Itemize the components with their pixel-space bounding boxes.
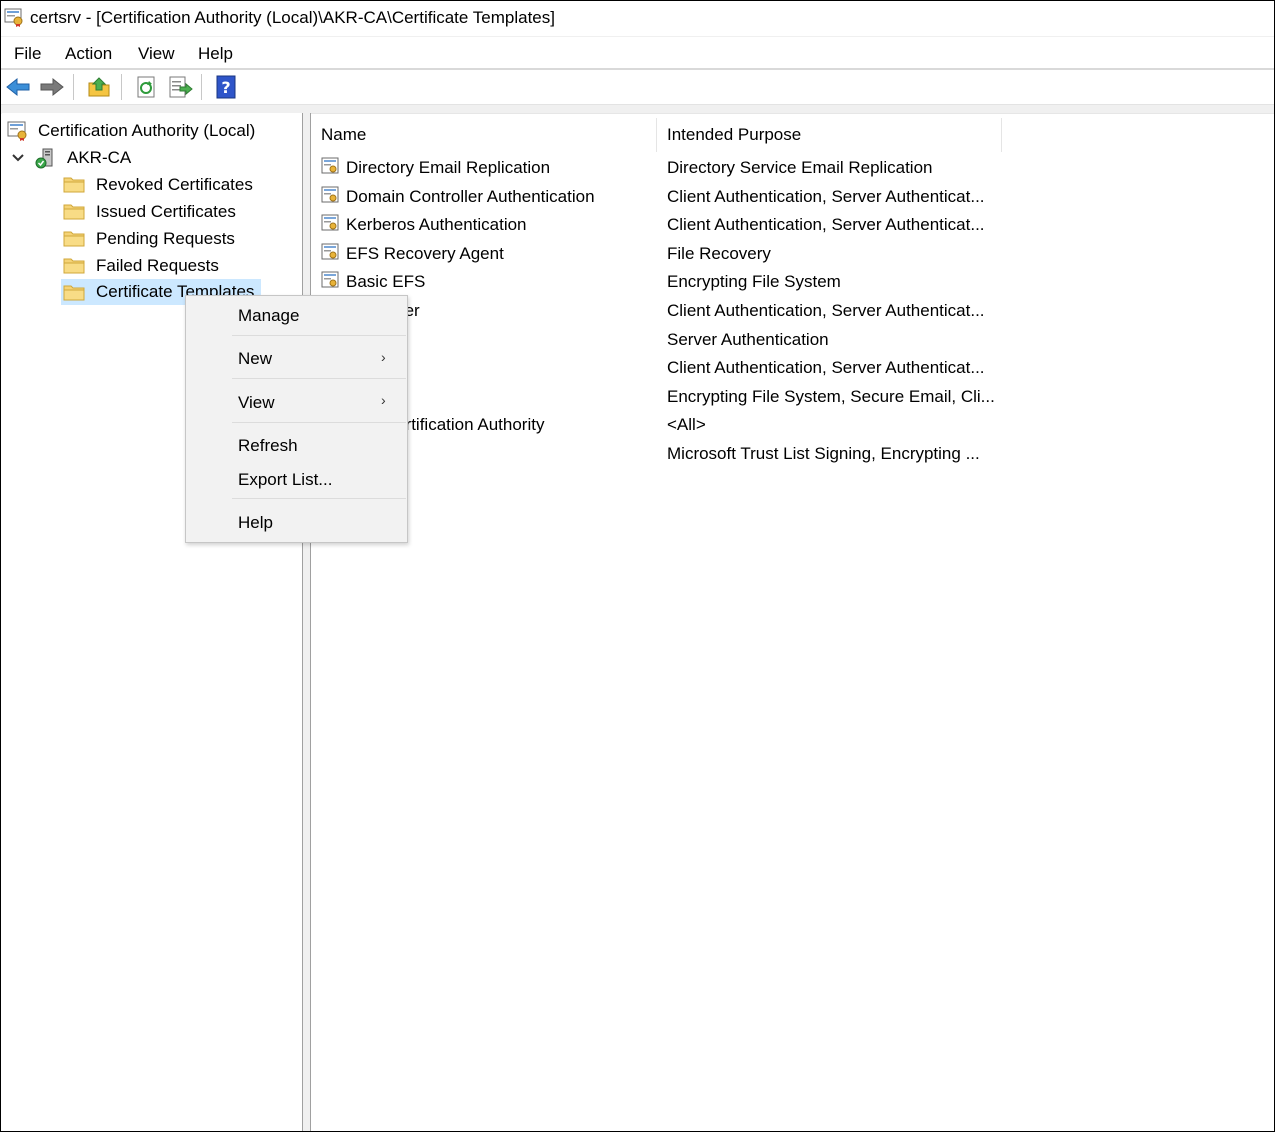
toolbar-separator (73, 74, 74, 100)
cell-intended-purpose: Client Authentication, Server Authentica… (667, 301, 985, 320)
menu-action[interactable]: Action (65, 44, 112, 64)
certificate-template-icon (321, 271, 339, 288)
cell-template-name: Domain Controller Authentication (346, 187, 595, 206)
list-row[interactable]: tratorMicrosoft Trust List Signing, Encr… (311, 440, 1011, 468)
certification-authority-icon (7, 121, 27, 141)
column-header-name[interactable]: Name (321, 114, 656, 154)
tree-item-issued[interactable]: Issued Certificates (61, 199, 281, 224)
column-header-intended-purpose[interactable]: Intended Purpose (667, 114, 997, 154)
list-row[interactable]: verServer Authentication (311, 326, 1011, 354)
folder-icon (63, 177, 85, 193)
column-divider[interactable] (656, 118, 657, 152)
tree-label-pending: Pending Requests (96, 229, 235, 248)
toolbar: ? (1, 70, 1274, 104)
menu-view[interactable]: View (138, 44, 175, 64)
cell-template-name: EFS Recovery Agent (346, 244, 504, 263)
certificate-template-icon (321, 157, 339, 174)
cell-intended-purpose: Directory Service Email Replication (667, 158, 933, 177)
list-row[interactable]: Domain Controller Authentication Client A… (311, 183, 1011, 211)
back-icon[interactable] (5, 75, 31, 99)
column-divider[interactable] (1001, 118, 1002, 152)
list-row[interactable]: ControllerClient Authentication, Server … (311, 297, 1011, 325)
tree-label-akr-ca: AKR-CA (67, 148, 132, 167)
menu-help[interactable]: Help (198, 44, 233, 64)
cell-intended-purpose: Server Authentication (667, 330, 829, 349)
context-menu: Manage New › View › Refresh Export List.… (185, 295, 408, 543)
cell-intended-purpose: Microsoft Trust List Signing, Encrypting… (667, 444, 980, 463)
certificate-template-icon (321, 243, 339, 260)
cell-intended-purpose: Client Authentication, Server Authentica… (667, 187, 985, 206)
context-menu-manage[interactable]: Manage (238, 306, 299, 326)
export-list-icon[interactable] (167, 75, 193, 99)
chevron-down-icon[interactable] (11, 152, 25, 164)
chevron-right-icon: › (381, 392, 386, 408)
list-row[interactable]: Kerberos Authentication Client Authentica… (311, 211, 1011, 239)
context-menu-view[interactable]: View (238, 393, 275, 413)
cell-intended-purpose: Client Authentication, Server Authentica… (667, 215, 985, 234)
tree-label-root: Certification Authority (Local) (38, 121, 256, 140)
tree-item-akr-ca[interactable]: AKR-CA (7, 145, 207, 170)
refresh-icon[interactable] (134, 75, 160, 99)
menu-separator (232, 335, 406, 336)
cell-template-name: Directory Email Replication (346, 158, 551, 177)
list-row[interactable]: Basic EFS Encrypting File System (311, 268, 1011, 296)
list-row[interactable]: nate Certification Authority <All> (311, 411, 1011, 439)
certificate-template-icon (321, 214, 339, 231)
cell-template-name: Basic EFS (346, 272, 426, 291)
tree-item-pending[interactable]: Pending Requests (61, 226, 281, 251)
cell-intended-purpose: <All> (667, 415, 706, 434)
toolbar-separator (201, 74, 202, 100)
menu-file[interactable]: File (14, 44, 41, 64)
context-menu-export-list[interactable]: Export List... (238, 470, 332, 490)
context-menu-refresh[interactable]: Refresh (238, 436, 298, 456)
forward-icon[interactable] (39, 75, 65, 99)
tree-item-failed[interactable]: Failed Requests (61, 253, 281, 278)
context-menu-help[interactable]: Help (238, 513, 273, 533)
folder-icon (63, 285, 85, 301)
console-tree: Certification Authority (Local) AKR-CA R… (2, 113, 302, 1131)
context-menu-new[interactable]: New (238, 349, 272, 369)
cell-intended-purpose: Client Authentication, Server Authentica… (667, 358, 985, 377)
list-row[interactable]: erClient Authentication, Server Authenti… (311, 354, 1011, 382)
chevron-right-icon: › (381, 349, 386, 365)
pane-splitter[interactable] (302, 113, 311, 1131)
result-list: Name Intended Purpose Directory Email Re… (311, 113, 1274, 1131)
tree-item-revoked[interactable]: Revoked Certificates (61, 172, 281, 197)
list-row[interactable]: Directory Email Replication Directory Ser… (311, 154, 1011, 182)
folder-icon (63, 231, 85, 247)
tree-label-failed: Failed Requests (96, 256, 219, 275)
tree-item-root[interactable]: Certification Authority (Local) (7, 118, 287, 143)
svg-text:?: ? (221, 78, 230, 97)
title-bar: certsrv - [Certification Authority (Loca… (1, 1, 1274, 35)
list-row[interactable]: Encrypting File System, Secure Email, Cl… (311, 383, 1011, 411)
menu-separator (232, 422, 406, 423)
cell-intended-purpose: File Recovery (667, 244, 771, 263)
folder-icon (63, 258, 85, 274)
tree-label-revoked: Revoked Certificates (96, 175, 253, 194)
up-folder-icon[interactable] (86, 75, 112, 99)
certsrv-app-icon (4, 8, 23, 27)
tree-label-issued: Issued Certificates (96, 202, 236, 221)
certificate-template-icon (321, 186, 339, 203)
menu-bar: File Action View Help (1, 36, 1274, 69)
mmc-window: certsrv - [Certification Authority (Loca… (0, 0, 1275, 1132)
toolbar-separator (121, 74, 122, 100)
list-row[interactable]: EFS Recovery Agent File Recovery (311, 240, 1011, 268)
menu-separator (232, 378, 406, 379)
cell-template-name: Kerberos Authentication (346, 215, 527, 234)
ca-server-icon (35, 148, 53, 169)
cell-intended-purpose: Encrypting File System, Secure Email, Cl… (667, 387, 995, 406)
window-title: certsrv - [Certification Authority (Loca… (30, 8, 555, 27)
folder-icon (63, 204, 85, 220)
cell-intended-purpose: Encrypting File System (667, 272, 841, 291)
menu-separator (232, 498, 406, 499)
help-icon[interactable]: ? (214, 75, 240, 99)
